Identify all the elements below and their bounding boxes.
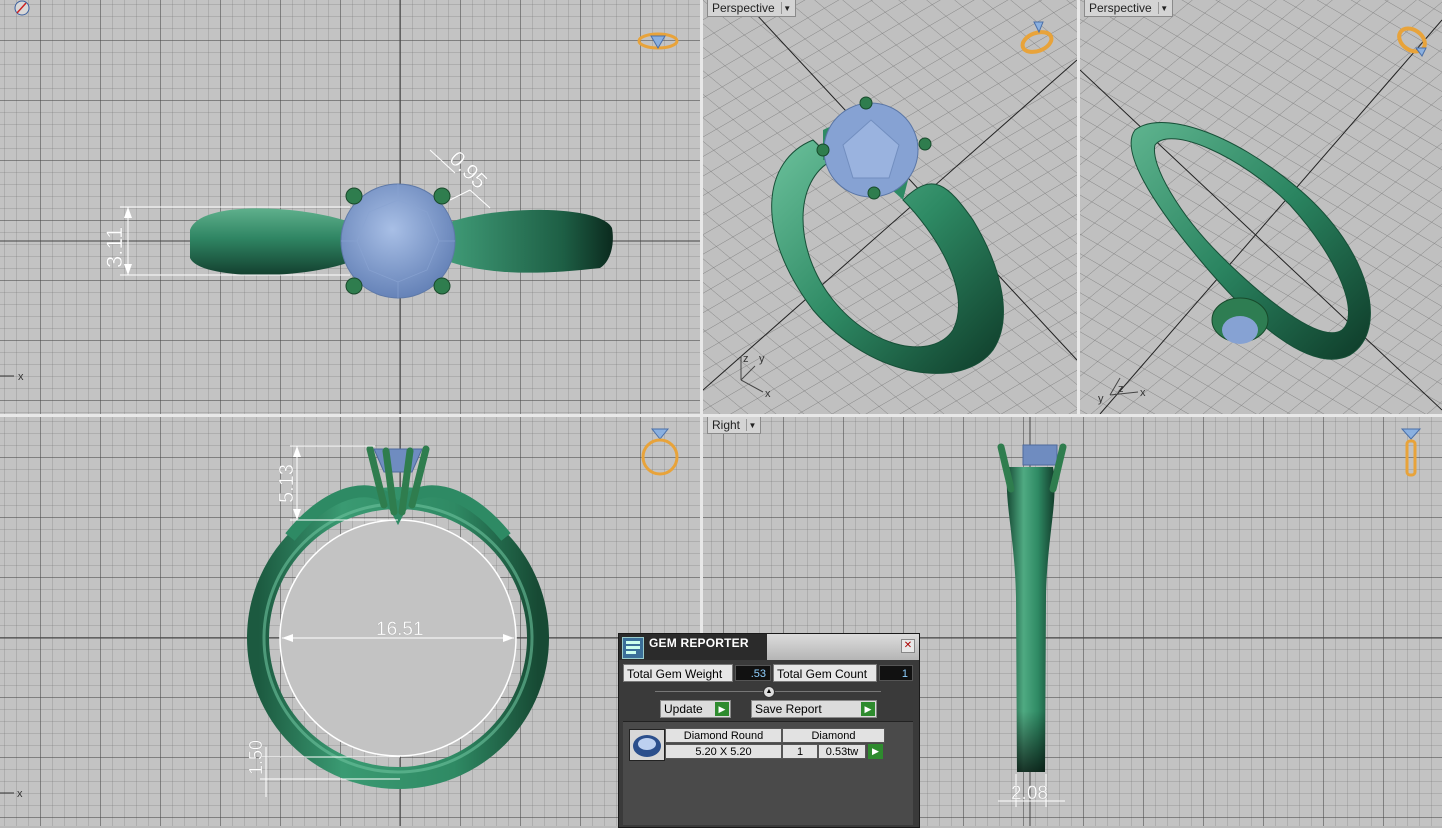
- dim-3-11: 3.11: [102, 227, 127, 268]
- gem-name-cell: Diamond Round: [665, 728, 782, 743]
- view-cube-icon[interactable]: [638, 427, 682, 482]
- viewport-right-dropdown[interactable]: Right ▼: [707, 417, 762, 434]
- view-cube-icon[interactable]: [1017, 18, 1057, 63]
- dim-0-95: 0.95: [444, 146, 492, 194]
- gem-reporter-panel: GEM REPORTER ✕ Total Gem Weight .53 Tota…: [618, 633, 920, 828]
- axis-y: y: [1098, 393, 1104, 405]
- navigation-icon[interactable]: [12, 0, 32, 23]
- totals-row: Total Gem Weight .53 Total Gem Count 1: [623, 664, 915, 682]
- viewport-front[interactable]: 5.13 16.51 1.50 x: [0, 417, 700, 826]
- viewport-perspective-1-dropdown[interactable]: Perspective ▼: [707, 0, 796, 17]
- gem-reporter-titlebar[interactable]: GEM REPORTER ✕: [619, 634, 919, 660]
- collapse-toggle-icon[interactable]: ▲: [763, 686, 775, 698]
- top-view-scene: 3.11 0.95 x: [0, 0, 700, 414]
- gem-weight-cell: 0.53tw: [818, 744, 866, 759]
- axis-z: z: [1118, 383, 1124, 395]
- save-report-button[interactable]: Save Report ▶: [751, 700, 877, 718]
- gem-detail-arrow-icon[interactable]: ▶: [868, 744, 883, 759]
- chevron-down-icon: ▼: [746, 419, 758, 431]
- total-gem-weight-value: .53: [735, 665, 771, 681]
- total-gem-weight-label: Total Gem Weight: [623, 664, 733, 682]
- gem-reporter-title: GEM REPORTER: [649, 636, 749, 650]
- view-cube-icon[interactable]: [1392, 20, 1432, 65]
- dim-1-50: 1.50: [246, 740, 266, 775]
- update-button-label: Update: [664, 702, 703, 716]
- view-cube-icon[interactable]: [1399, 427, 1423, 484]
- close-icon[interactable]: ✕: [901, 639, 915, 653]
- dim-5-13: 5.13: [276, 464, 298, 503]
- chevron-down-icon: ▼: [780, 2, 793, 14]
- total-gem-count-value: 1: [879, 665, 913, 681]
- dim-2-08: 2.08: [1011, 783, 1048, 804]
- view-cube-icon[interactable]: [636, 28, 680, 59]
- viewport-label: Perspective: [712, 1, 775, 15]
- axis-x-label: x: [18, 371, 24, 383]
- total-gem-count-label: Total Gem Count: [773, 664, 877, 682]
- viewport-label: Right: [712, 418, 741, 432]
- gem-count-cell: 1: [782, 744, 818, 759]
- viewport-perspective-2-dropdown[interactable]: Perspective ▼: [1084, 0, 1173, 17]
- perspective-2-scene: y z x: [1080, 0, 1442, 414]
- viewport-top[interactable]: 3.11 0.95 x: [0, 0, 700, 414]
- axis-z: z: [743, 353, 749, 365]
- gem-size-cell: 5.20 X 5.20: [665, 744, 782, 759]
- front-view-scene: 5.13 16.51 1.50 x: [0, 417, 700, 826]
- viewport-divider[interactable]: [1077, 0, 1080, 414]
- dim-16-51: 16.51: [376, 619, 424, 640]
- gem-reporter-logo-icon: [622, 637, 644, 659]
- play-arrow-icon: ▶: [715, 702, 729, 716]
- axis-x-label: x: [17, 788, 23, 800]
- viewport-perspective-1[interactable]: z y x Perspective ▼: [703, 0, 1077, 414]
- viewport-label: Perspective: [1089, 1, 1152, 15]
- viewport-perspective-2[interactable]: y z x Perspective ▼: [1080, 0, 1442, 414]
- save-report-button-label: Save Report: [755, 702, 822, 716]
- chevron-down-icon: ▼: [1157, 2, 1170, 14]
- round-diamond-thumbnail-icon: [629, 729, 665, 761]
- axis-x: x: [765, 388, 771, 400]
- gem-material-cell: Diamond: [782, 728, 885, 743]
- axis-x: x: [1140, 387, 1146, 399]
- gem-list: Diamond Round Diamond 5.20 X 5.20 1 0.53…: [623, 721, 913, 825]
- play-arrow-icon: ▶: [861, 702, 875, 716]
- update-button[interactable]: Update ▶: [660, 700, 731, 718]
- axis-y: y: [759, 353, 765, 365]
